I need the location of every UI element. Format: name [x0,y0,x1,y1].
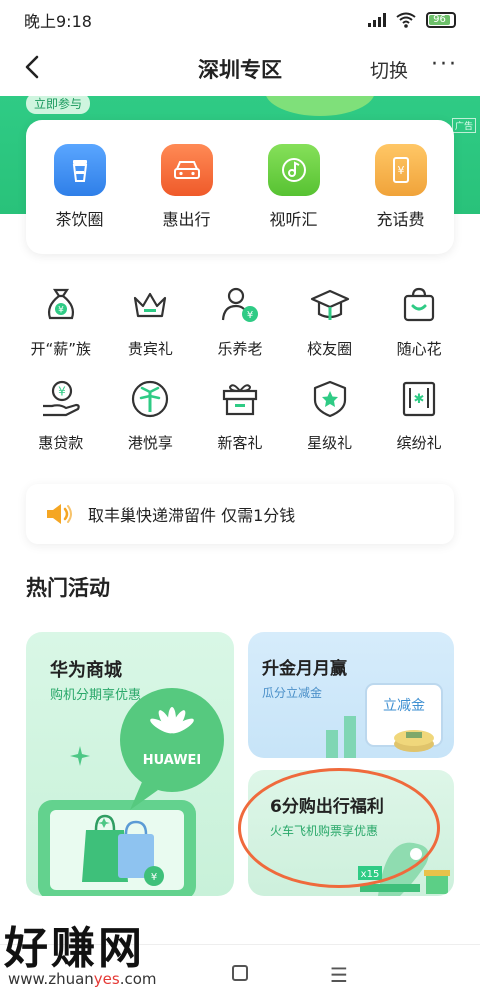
grid-item-hk[interactable]: 港悦享 [106,378,196,453]
speaker-icon [47,504,72,524]
watermark-title: 好赚网 [4,923,145,974]
ad-label: 广告 [451,118,476,133]
featured-services-card: 茶饮圈 惠出行 视听汇 ¥ 充话费 [26,120,454,254]
phone-yen-icon: ¥ [374,144,427,196]
battery-icon: 96 [426,12,456,28]
grid-label: 新客礼 [217,434,263,452]
highlight-annotation [238,768,440,888]
svg-text:¥: ¥ [58,385,66,399]
banner-decoration [265,96,375,116]
huawei-logo-text: HUAWEI [143,753,202,768]
elder-yen-icon: ¥ [221,287,258,322]
shopping-bag-icon [404,287,435,322]
page-title: 深圳专区 [198,58,282,82]
grid-item-elder[interactable]: ¥ 乐养老 [195,284,285,359]
grid-label: 港悦享 [127,434,173,452]
watermark-url: www.zhuanyes.com [8,970,157,988]
status-bar: 晚上9:18 96 [0,0,480,40]
grid-item-star[interactable]: 星级礼 [285,378,375,453]
svg-text:¥: ¥ [151,872,157,883]
graduation-cap-icon [310,289,349,320]
service-label: 充话费 [376,210,425,229]
switch-button[interactable]: 切换 [370,56,408,83]
grid-item-spend[interactable]: 随心花 [374,284,464,359]
huawei-illustration: HUAWEI ¥ [38,688,224,896]
coupon-illustration: 立减金 [326,683,443,758]
grid-label: 乐养老 [217,340,263,358]
crown-icon [134,292,167,318]
service-tea[interactable]: 茶饮圈 [40,144,120,254]
service-grid-row-2: ¥ 惠贷款 港悦享 新客礼 星级礼 ✱ 缤纷礼 [16,378,464,453]
menu-button-icon[interactable]: ☰ [330,963,348,987]
join-now-badge[interactable]: 立即参与 [26,96,91,114]
activity-card-huawei[interactable]: 华为商城 购机分期享优惠 HUAWEI ¥ [26,632,234,896]
grid-item-loan[interactable]: ¥ 惠贷款 [16,378,106,453]
gift-box-icon [222,384,258,416]
car-icon [160,144,213,196]
grid-label: 贵宾礼 [127,340,173,358]
music-icon [267,144,320,196]
notice-bar[interactable]: 取丰巢快递滞留件 仅需1分钱 [26,484,454,544]
service-label: 茶饮圈 [55,210,104,229]
top-nav: 深圳专区 切换 ··· [0,44,480,92]
grid-item-vip[interactable]: 贵宾礼 [106,284,196,359]
svg-text:✱: ✱ [414,392,425,407]
service-label: 惠出行 [162,210,211,229]
grid-label: 惠贷款 [38,434,84,452]
signal-icon [368,13,386,27]
notice-text: 取丰巢快递滞留件 仅需1分钱 [88,506,296,525]
hand-yen-icon: ¥ [42,380,80,417]
cup-icon [53,144,106,196]
service-grid-row-1: ¥ 开“薪”族 贵宾礼 ¥ 乐养老 校友圈 随心花 [16,284,464,359]
coupon-text: 立减金 [383,698,425,714]
svg-text:¥: ¥ [58,306,64,316]
star-shield-icon [313,380,346,418]
grid-label: 星级礼 [307,434,353,452]
svg-text:¥: ¥ [397,164,404,177]
section-title: 热门活动 [26,576,110,600]
grid-label: 开“薪”族 [30,340,92,358]
more-menu-button[interactable]: ··· [431,52,458,77]
service-travel[interactable]: 惠出行 [147,144,227,254]
service-label: 视听汇 [269,210,318,229]
money-bag-icon: ¥ [47,288,74,320]
svg-text:¥: ¥ [247,310,253,321]
grid-item-alumni[interactable]: 校友圈 [285,284,375,359]
home-button-icon[interactable] [232,965,248,981]
grid-item-salary[interactable]: ¥ 开“薪”族 [16,284,106,359]
present-icon: ✱ [403,381,436,417]
service-media[interactable]: 视听汇 [254,144,334,254]
palm-tree-icon [132,380,169,418]
grid-label: 缤纷礼 [396,434,442,452]
service-recharge[interactable]: ¥ 充话费 [361,144,441,254]
grid-label: 随心花 [396,340,442,358]
status-time: 晚上9:18 [24,12,92,31]
watermark: 好赚网 www.zhuanyes.com [0,912,200,996]
grid-label: 校友圈 [307,340,353,358]
wifi-icon [396,12,416,28]
grid-item-newcustomer[interactable]: 新客礼 [195,378,285,453]
activity-card-shengjin[interactable]: 升金月月赢 瓜分立减金 立减金 [248,632,454,758]
grid-item-colorful[interactable]: ✱ 缤纷礼 [374,378,464,453]
